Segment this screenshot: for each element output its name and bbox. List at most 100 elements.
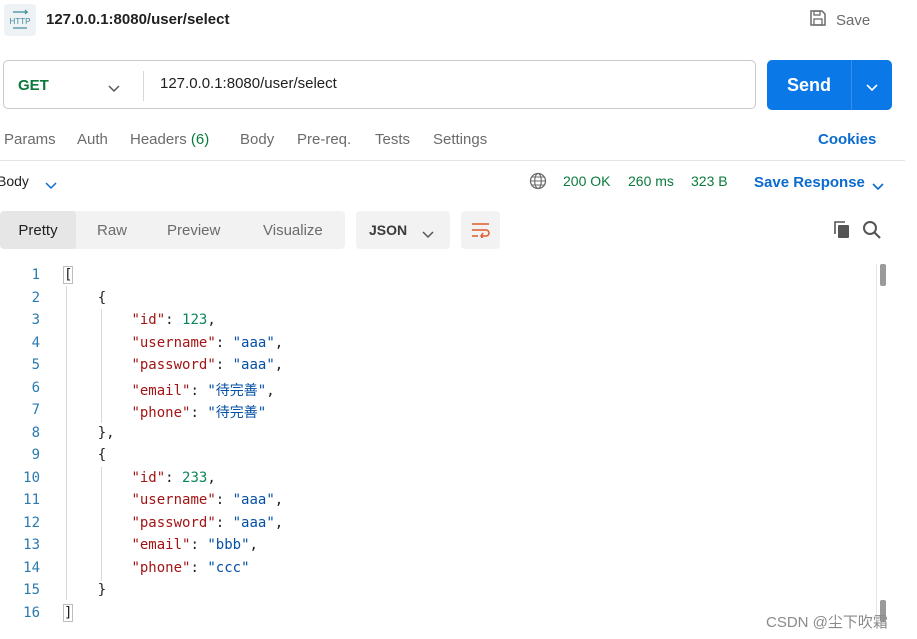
response-time[interactable]: 260 ms	[628, 173, 674, 189]
code-line: "email": "bbb",	[131, 537, 258, 553]
json-key: id	[139, 312, 157, 328]
http-icon: HTTP	[4, 4, 36, 36]
copy-icon[interactable]	[832, 220, 852, 245]
line-number: 6	[31, 380, 40, 396]
code-line: "phone": "ccc"	[131, 560, 250, 576]
chevron-down-icon	[422, 226, 434, 244]
tab-headers[interactable]: Headers (6)	[130, 131, 209, 148]
save-label: Save	[836, 11, 871, 29]
search-icon[interactable]	[862, 220, 882, 245]
code-line: "username": "aaa",	[131, 492, 284, 508]
json-key: username	[139, 492, 208, 508]
line-number: 3	[31, 312, 40, 328]
tab-body[interactable]: Body	[240, 131, 274, 148]
tab-preview[interactable]: Preview	[167, 211, 220, 249]
save-response-button[interactable]: Save Response	[754, 174, 865, 191]
divider	[851, 60, 852, 110]
tab-params[interactable]: Params	[4, 131, 56, 148]
tab-headers-label: Headers	[130, 131, 187, 148]
line-number: 10	[23, 470, 40, 486]
http-icon-label: HTTP	[10, 17, 31, 26]
json-value: 233	[182, 470, 208, 486]
code-line: "password": "aaa",	[131, 357, 284, 373]
code-line: "phone": "待完善"	[131, 405, 267, 421]
json-value: ccc	[215, 560, 242, 576]
line-number: 14	[23, 560, 40, 576]
code-line: "id": 233,	[131, 470, 216, 486]
response-body-tab[interactable]: Body	[0, 173, 29, 189]
code-line: {	[64, 447, 107, 463]
code-line: ]	[62, 604, 74, 622]
wrap-lines-icon	[471, 222, 491, 243]
json-key: password	[139, 515, 208, 531]
chevron-down-icon[interactable]	[872, 178, 884, 196]
tab-pretty[interactable]: Pretty	[0, 211, 76, 249]
request-title[interactable]: 127.0.0.1:8080/user/select	[46, 11, 229, 28]
divider	[0, 160, 905, 161]
json-value: aaa	[241, 492, 267, 508]
json-key: email	[139, 383, 183, 399]
code-line: "username": "aaa",	[131, 335, 284, 351]
watermark: CSDN @尘下吹霜	[766, 614, 888, 631]
line-number: 16	[23, 605, 40, 621]
line-number: 11	[23, 492, 40, 508]
scrollbar-track[interactable]	[876, 264, 877, 624]
json-key: phone	[139, 560, 183, 576]
json-value: bbb	[215, 537, 242, 553]
response-size[interactable]: 323 B	[691, 173, 728, 189]
line-number: 15	[23, 582, 40, 598]
json-key: username	[139, 335, 208, 351]
send-button[interactable]: Send	[767, 60, 851, 110]
title-bar: HTTP 127.0.0.1:8080/user/select Save	[0, 0, 917, 42]
format-label: JSON	[369, 222, 408, 238]
line-number: 7	[31, 402, 40, 418]
tab-settings[interactable]: Settings	[433, 131, 487, 148]
view-mode-tabs: Pretty Raw Preview Visualize	[0, 211, 345, 249]
code-line: "password": "aaa",	[131, 515, 284, 531]
status-code[interactable]: 200 OK	[563, 173, 610, 189]
json-value: aaa	[241, 357, 267, 373]
json-value: 待完善	[215, 383, 258, 399]
tab-auth[interactable]: Auth	[77, 131, 108, 148]
divider	[143, 71, 144, 101]
chevron-down-icon[interactable]	[108, 80, 120, 98]
code-line: "email": "待完善",	[131, 383, 275, 399]
chevron-down-icon[interactable]	[45, 177, 57, 195]
line-number: 13	[23, 537, 40, 553]
json-value: aaa	[241, 335, 267, 351]
globe-icon[interactable]	[529, 172, 547, 195]
json-value: 123	[182, 312, 208, 328]
tab-visualize[interactable]: Visualize	[263, 211, 323, 249]
cookies-link[interactable]: Cookies	[818, 131, 876, 148]
send-options-chevron-icon[interactable]	[866, 79, 878, 97]
scrollbar-thumb[interactable]	[880, 264, 886, 286]
line-number: 8	[31, 425, 40, 441]
json-key: id	[139, 470, 157, 486]
url-bar: GET	[3, 60, 756, 109]
json-key: phone	[139, 405, 183, 421]
json-key: password	[139, 357, 208, 373]
line-number: 12	[23, 515, 40, 531]
line-number: 1	[31, 267, 40, 283]
code-line: }	[64, 582, 107, 598]
code-line: {	[64, 290, 107, 306]
tab-prereq[interactable]: Pre-req.	[297, 131, 351, 148]
code-line: "id": 123,	[131, 312, 216, 328]
save-button[interactable]: Save	[808, 9, 870, 31]
format-select[interactable]: JSON	[356, 211, 450, 249]
code-line: [	[62, 266, 74, 284]
save-icon	[808, 8, 828, 32]
wrap-lines-button[interactable]	[461, 211, 500, 249]
line-number: 2	[31, 290, 40, 306]
line-number: 5	[31, 357, 40, 373]
line-number: 4	[31, 335, 40, 351]
url-input[interactable]	[160, 75, 740, 92]
tab-tests[interactable]: Tests	[375, 131, 410, 148]
json-key: email	[139, 537, 183, 553]
send-button-group: Send	[767, 60, 892, 110]
json-value: 待完善	[215, 405, 258, 421]
json-value: aaa	[241, 515, 267, 531]
method-select[interactable]: GET	[18, 77, 49, 94]
code-line: },	[64, 425, 115, 441]
tab-raw[interactable]: Raw	[97, 211, 127, 249]
